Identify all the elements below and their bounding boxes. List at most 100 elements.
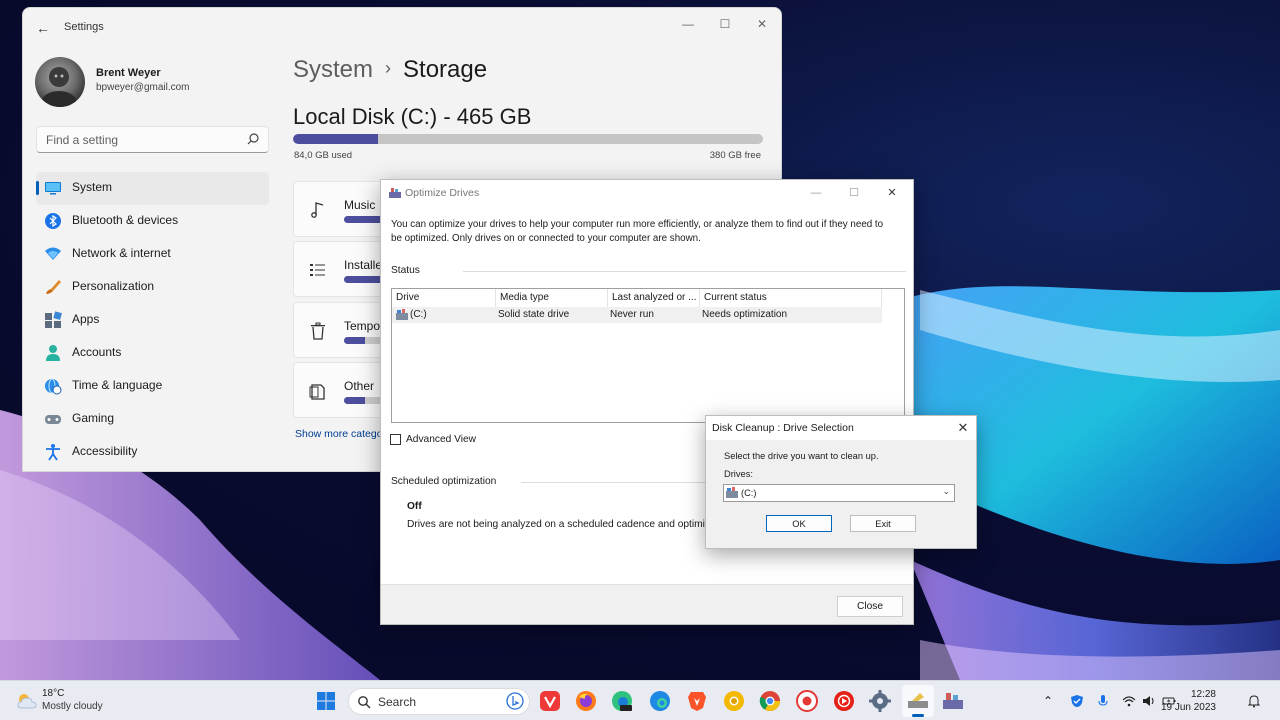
drive-icon <box>726 487 738 498</box>
breadcrumb: System › Storage <box>293 56 487 84</box>
column-header-last-analyzed[interactable]: Last analyzed or ... <box>608 289 700 307</box>
nav-item-accessibility[interactable]: Accessibility <box>36 436 269 469</box>
nav-item-time-language[interactable]: Time & language <box>36 370 269 403</box>
category-bar-fill <box>344 337 365 344</box>
weather-description[interactable]: Mostly cloudy <box>42 701 103 712</box>
trash-icon <box>311 322 325 340</box>
nav-item-bluetooth[interactable]: Bluetooth & devices <box>36 205 269 238</box>
close-icon[interactable]: ✕ <box>746 12 778 36</box>
maximize-icon[interactable]: ☐ <box>839 182 869 204</box>
row-current-status: Needs optimization <box>702 309 788 320</box>
nav-item-accounts[interactable]: Accounts <box>36 337 269 370</box>
list-icon <box>310 264 325 276</box>
cloudy-weather-icon[interactable] <box>16 691 38 711</box>
wifi-icon[interactable] <box>1122 694 1136 708</box>
taskbar-search-label: Search <box>378 695 417 709</box>
drive-select-value: (C:) <box>741 488 757 498</box>
close-icon[interactable]: ✕ <box>877 182 907 204</box>
taskbar: 18°C Mostly cloudy Search ⌃ 12:28 19 Jun… <box>0 680 1280 720</box>
clock-time[interactable]: 12:28 <box>1191 689 1216 700</box>
optimize-title: Optimize Drives <box>405 187 480 199</box>
music-note-icon <box>311 202 324 218</box>
drive-select[interactable]: (C:) ⌄ <box>723 484 955 502</box>
optimize-description: You can optimize your drives to help you… <box>391 219 884 244</box>
nav-item-gaming[interactable]: Gaming <box>36 403 269 436</box>
apps-icon <box>45 311 62 328</box>
nav-item-personalization[interactable]: Personalization <box>36 271 269 304</box>
avatar[interactable] <box>35 57 85 107</box>
breadcrumb-parent[interactable]: System <box>293 56 373 83</box>
row-drive: (C:) <box>410 309 427 320</box>
show-more-categories-link[interactable]: Show more categor <box>295 428 386 440</box>
vivaldi-icon[interactable] <box>538 689 562 713</box>
ok-button[interactable]: OK <box>766 515 832 532</box>
scheduled-status: Off <box>407 501 422 512</box>
microphone-icon[interactable] <box>1096 694 1110 708</box>
column-header-drive[interactable]: Drive <box>392 289 496 307</box>
window-title: Settings <box>64 21 104 33</box>
drives-label: Drives: <box>724 469 753 479</box>
scheduled-group-label: Scheduled optimization <box>391 476 497 487</box>
nav-label: Apps <box>72 312 100 326</box>
settings-search-input[interactable] <box>37 127 237 152</box>
table-row[interactable]: (C:) Solid state drive Never run Needs o… <box>392 307 882 323</box>
taskbar-search[interactable]: Search <box>348 688 530 715</box>
row-last-analyzed: Never run <box>610 309 654 320</box>
settings-nav: System Bluetooth & devices Network & int… <box>36 172 269 469</box>
drives-list-header: Drive Media type Last analyzed or ... Cu… <box>392 289 904 307</box>
chrome-icon[interactable] <box>758 689 782 713</box>
settings-titlebar: ← Settings — ☐ ✕ <box>23 8 781 48</box>
disk-cleanup-dialog: Disk Cleanup : Drive Selection ✕ Select … <box>705 415 977 549</box>
nav-label: Accounts <box>72 345 122 359</box>
nav-label: System <box>72 180 113 194</box>
notification-bell-icon[interactable] <box>1247 694 1261 708</box>
profile-email: bpweyer@gmail.com <box>96 82 190 93</box>
youtube-music-icon[interactable] <box>832 689 856 713</box>
nav-item-apps[interactable]: Apps <box>36 304 269 337</box>
close-button[interactable]: Close <box>837 596 903 617</box>
scheduled-description: Drives are not being analyzed on a sched… <box>407 519 716 530</box>
clock-date[interactable]: 19 Jun 2023 <box>1161 702 1216 713</box>
chevron-up-icon[interactable]: ⌃ <box>1043 694 1057 708</box>
minimize-icon[interactable]: — <box>672 12 704 36</box>
nav-item-network[interactable]: Network & internet <box>36 238 269 271</box>
minimize-icon[interactable]: — <box>801 182 831 204</box>
settings-gear-icon[interactable] <box>868 689 892 713</box>
optimize-footer: Close <box>381 584 913 624</box>
drives-list[interactable]: Drive Media type Last analyzed or ... Cu… <box>391 288 905 423</box>
weather-temperature[interactable]: 18°C <box>42 688 64 699</box>
start-windows-icon[interactable] <box>314 689 338 713</box>
firefox-icon[interactable] <box>574 689 598 713</box>
screen-recorder-icon[interactable] <box>795 689 819 713</box>
accessibility-icon <box>46 444 60 461</box>
taskbar-active-app[interactable] <box>902 685 934 717</box>
page-title: Storage <box>403 56 488 83</box>
disk-free-label: 380 GB free <box>709 150 761 161</box>
back-arrow-icon[interactable]: ← <box>35 20 51 36</box>
nav-item-system[interactable]: System <box>36 172 269 205</box>
column-header-media-type[interactable]: Media type <box>496 289 608 307</box>
cleanup-titlebar: Disk Cleanup : Drive Selection ✕ <box>706 416 976 440</box>
person-photo-icon <box>41 67 77 107</box>
volume-icon[interactable] <box>1142 694 1156 708</box>
close-icon[interactable]: ✕ <box>952 418 974 438</box>
advanced-view-label[interactable]: Advanced View <box>406 434 476 445</box>
exit-button[interactable]: Exit <box>850 515 916 532</box>
chevron-down-icon[interactable]: ⌄ <box>942 486 950 497</box>
disk-usage-bar <box>293 134 763 144</box>
chrome-canary-icon[interactable] <box>722 689 746 713</box>
edge-icon[interactable] <box>648 689 672 713</box>
edge-canary-icon[interactable] <box>610 689 634 713</box>
bing-icon[interactable] <box>506 692 524 710</box>
brave-icon[interactable] <box>685 689 709 713</box>
maximize-icon[interactable]: ☐ <box>709 12 741 36</box>
category-name: Tempor <box>344 319 385 333</box>
cleanup-prompt: Select the drive you want to clean up. <box>724 451 879 461</box>
settings-search-box[interactable] <box>36 126 269 153</box>
security-shield-icon[interactable] <box>1070 694 1084 708</box>
column-header-current-status[interactable]: Current status <box>700 289 882 307</box>
gamepad-icon <box>45 415 61 424</box>
advanced-view-checkbox[interactable] <box>390 434 401 445</box>
optimize-drives-taskbar-icon[interactable] <box>941 689 965 713</box>
bluetooth-icon <box>45 213 61 229</box>
